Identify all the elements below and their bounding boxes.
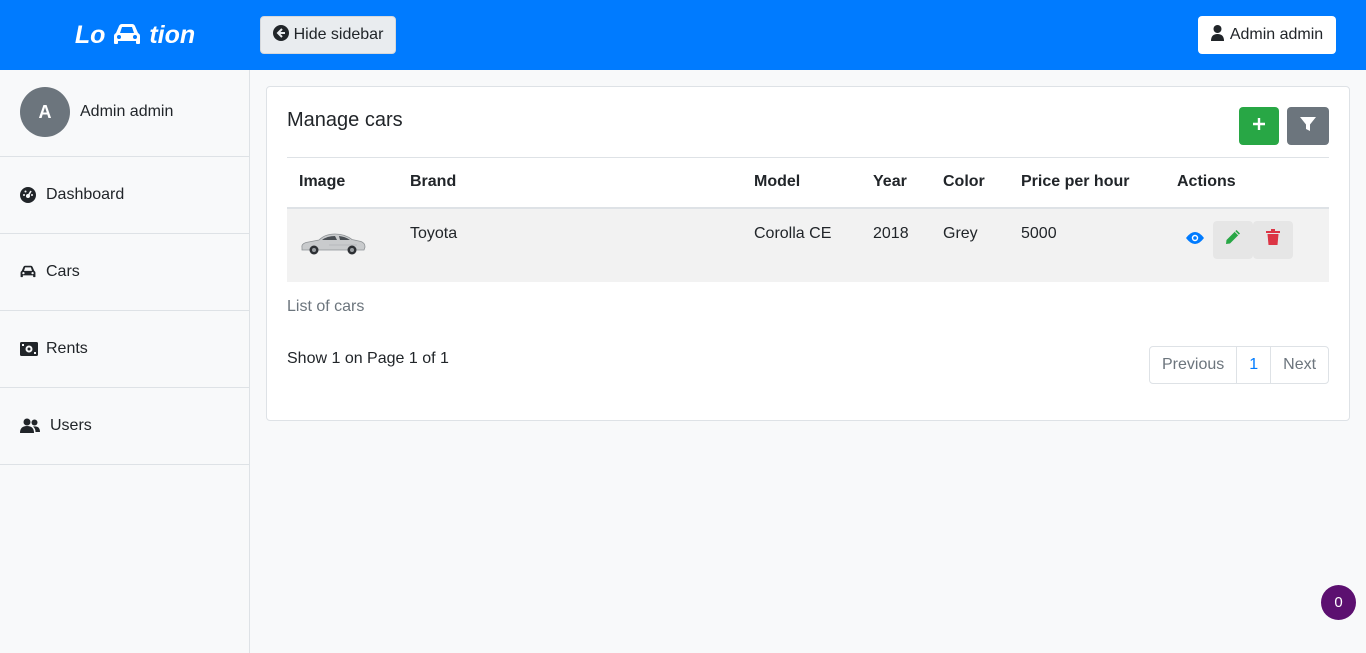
filter-button[interactable] bbox=[1287, 107, 1329, 145]
hide-sidebar-label: Hide sidebar bbox=[293, 26, 384, 43]
table-header-row: Image Brand Model Year Color Price per h… bbox=[287, 157, 1329, 208]
column-header-brand: Brand bbox=[410, 173, 457, 191]
user-menu-label: Admin admin bbox=[1229, 26, 1324, 43]
brand-text-left: Lo bbox=[74, 20, 106, 49]
column-header-model: Model bbox=[754, 173, 801, 191]
pencil-icon bbox=[1225, 229, 1241, 250]
sidebar-item-label: Cars bbox=[46, 263, 80, 280]
car-brand: Toyota bbox=[410, 224, 458, 242]
pagination-page-1[interactable]: 1 bbox=[1237, 347, 1272, 383]
column-header-price: Price per hour bbox=[1021, 173, 1130, 191]
sidebar-item-cars[interactable]: Cars bbox=[0, 234, 249, 311]
add-car-button[interactable] bbox=[1239, 107, 1279, 145]
pagination-next[interactable]: Next bbox=[1271, 347, 1328, 383]
sidebar-item-label: Users bbox=[50, 417, 92, 434]
trash-icon bbox=[1266, 229, 1280, 250]
table-caption: List of cars bbox=[287, 298, 365, 315]
car-year: 2018 bbox=[873, 224, 909, 242]
eye-icon bbox=[1186, 231, 1204, 249]
user-icon bbox=[1210, 24, 1224, 46]
page-title: Manage cars bbox=[287, 109, 403, 131]
manage-cars-card: Manage cars Image Brand Model Year Color… bbox=[266, 86, 1350, 421]
page-info: Show 1 on Page 1 of 1 bbox=[287, 350, 449, 367]
table-row: Toyota Corolla CE 2018 Grey 5000 bbox=[287, 207, 1329, 282]
brand-logo[interactable]: Lo tion bbox=[0, 0, 270, 70]
top-navbar: Lo tion Hide sidebar Admin admin bbox=[0, 0, 1366, 70]
car-image-cell bbox=[287, 208, 398, 282]
column-header-actions: Actions bbox=[1177, 173, 1236, 191]
sidebar-item-label: Rents bbox=[46, 340, 88, 357]
brand-text-right: tion bbox=[149, 20, 196, 49]
column-header-year: Year bbox=[873, 173, 907, 191]
user-menu-button[interactable]: Admin admin bbox=[1198, 16, 1336, 54]
plus-icon bbox=[1252, 117, 1266, 136]
filter-icon bbox=[1300, 116, 1316, 137]
sidebar-item-dashboard[interactable]: Dashboard bbox=[0, 157, 249, 234]
dashboard-icon bbox=[20, 187, 46, 203]
sidebar-profile: A Admin admin bbox=[0, 70, 249, 157]
sidebar-item-label: Dashboard bbox=[46, 186, 125, 203]
sidebar-item-rents[interactable]: Rents bbox=[0, 311, 249, 388]
pagination-previous[interactable]: Previous bbox=[1150, 347, 1238, 383]
car-icon bbox=[113, 23, 141, 47]
car-color: Grey bbox=[943, 224, 978, 242]
car-actions bbox=[1165, 208, 1329, 282]
arrow-circle-left-icon bbox=[272, 24, 289, 46]
sidebar: A Admin admin Dashboard Cars Rents Users bbox=[0, 70, 250, 653]
hide-sidebar-button[interactable]: Hide sidebar bbox=[260, 16, 396, 54]
car-icon bbox=[20, 265, 46, 279]
users-icon bbox=[20, 418, 50, 434]
cars-table: Image Brand Model Year Color Price per h… bbox=[287, 157, 1329, 282]
delete-button[interactable] bbox=[1253, 220, 1293, 259]
view-button[interactable] bbox=[1177, 221, 1213, 259]
avatar: A bbox=[20, 87, 70, 137]
car-thumbnail bbox=[299, 233, 367, 261]
edit-button[interactable] bbox=[1213, 220, 1253, 259]
profile-name: Admin admin bbox=[80, 103, 174, 120]
sidebar-item-users[interactable]: Users bbox=[0, 388, 249, 465]
pagination: Previous 1 Next bbox=[1149, 346, 1330, 384]
column-header-color: Color bbox=[943, 173, 985, 191]
money-icon bbox=[20, 342, 46, 356]
column-header-image: Image bbox=[299, 173, 346, 191]
car-price: 5000 bbox=[1021, 224, 1057, 242]
car-model: Corolla CE bbox=[754, 224, 832, 242]
notification-badge[interactable]: 0 bbox=[1321, 585, 1356, 620]
